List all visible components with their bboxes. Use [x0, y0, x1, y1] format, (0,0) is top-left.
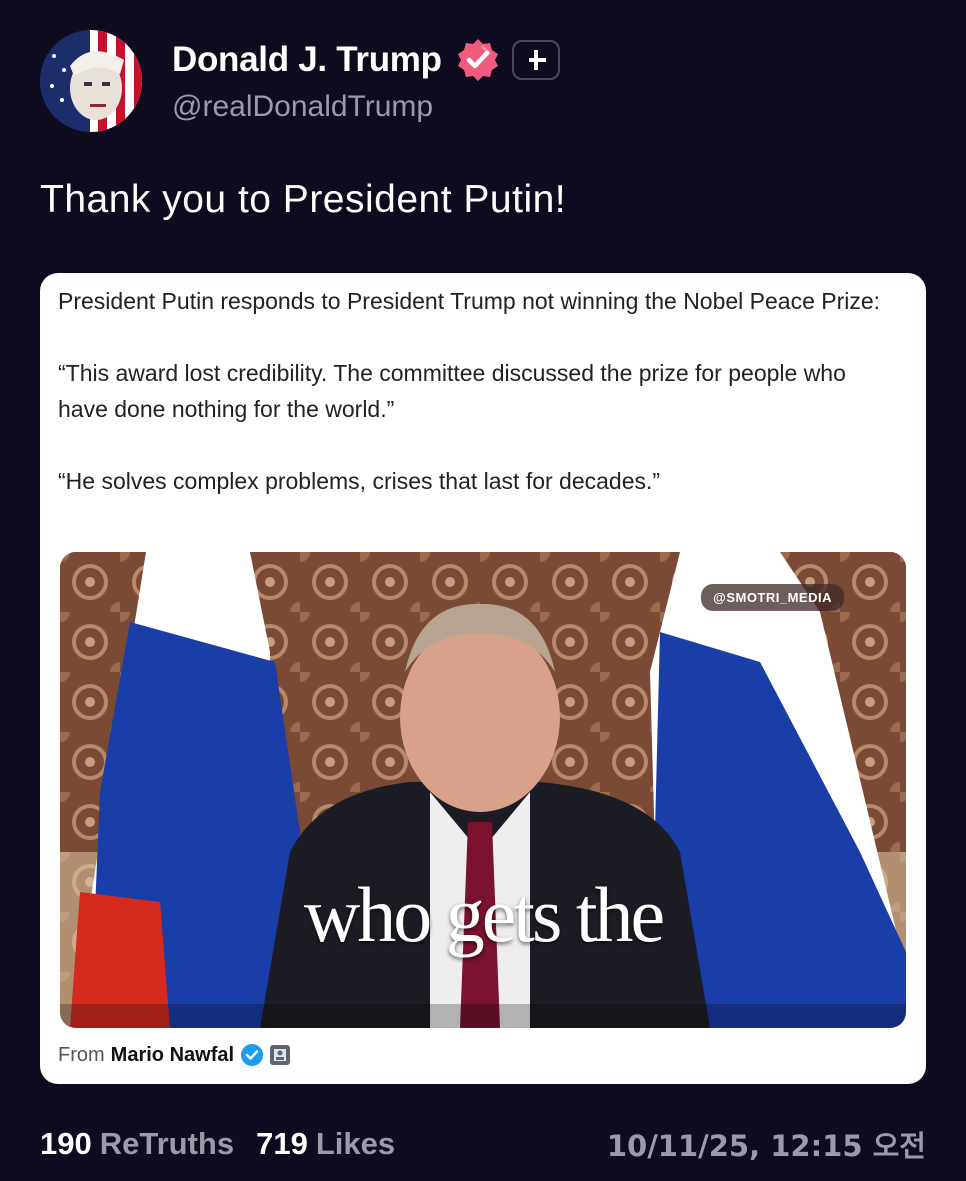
- blue-verified-icon: [240, 1043, 264, 1067]
- likes-label: Likes: [315, 1126, 396, 1161]
- video-player[interactable]: @SMOTRI_MEDIA who gets the: [60, 552, 906, 1028]
- author-names: Donald J. Trump @realDonaldTrump: [172, 36, 560, 124]
- name-row: Donald J. Trump: [172, 36, 560, 84]
- quoted-post-text: President Putin responds to President Tr…: [58, 283, 898, 499]
- quoted-attribution[interactable]: From Mario Nawfal: [58, 1043, 291, 1067]
- post-header: Donald J. Trump @realDonaldTrump: [40, 30, 926, 134]
- likes-count: 719: [256, 1126, 308, 1161]
- likes-group[interactable]: 719 Likes: [256, 1126, 395, 1162]
- affiliate-badge-icon: [270, 1045, 291, 1065]
- display-name[interactable]: Donald J. Trump: [172, 40, 442, 80]
- quoted-paragraph: President Putin responds to President Tr…: [58, 288, 881, 314]
- follow-plus-button[interactable]: [511, 40, 560, 80]
- quoted-paragraph: “He solves complex problems, crises that…: [58, 468, 661, 494]
- verified-badge-icon: [454, 36, 502, 84]
- post-stats: 190 ReTruths 719 Likes 10/11/25, 12:15 오…: [40, 1120, 926, 1168]
- retruths-count[interactable]: 190: [40, 1126, 92, 1162]
- avatar[interactable]: [40, 30, 142, 132]
- attribution-prefix: From: [58, 1043, 105, 1066]
- video-watermark: @SMOTRI_MEDIA: [701, 584, 844, 611]
- plus-icon: [525, 50, 546, 70]
- attribution-author[interactable]: Mario Nawfal: [111, 1044, 234, 1067]
- quoted-post-card[interactable]: President Putin responds to President Tr…: [40, 273, 926, 1084]
- video-caption: who gets the: [303, 871, 665, 958]
- retruths-label[interactable]: ReTruths: [100, 1126, 234, 1162]
- post-timestamp: 10/11/25, 12:15 오전: [606, 1129, 926, 1163]
- quoted-paragraph: “This award lost credibility. The commit…: [58, 360, 846, 422]
- author-handle[interactable]: @realDonaldTrump: [172, 90, 560, 124]
- post-text: Thank you to President Putin!: [40, 178, 567, 221]
